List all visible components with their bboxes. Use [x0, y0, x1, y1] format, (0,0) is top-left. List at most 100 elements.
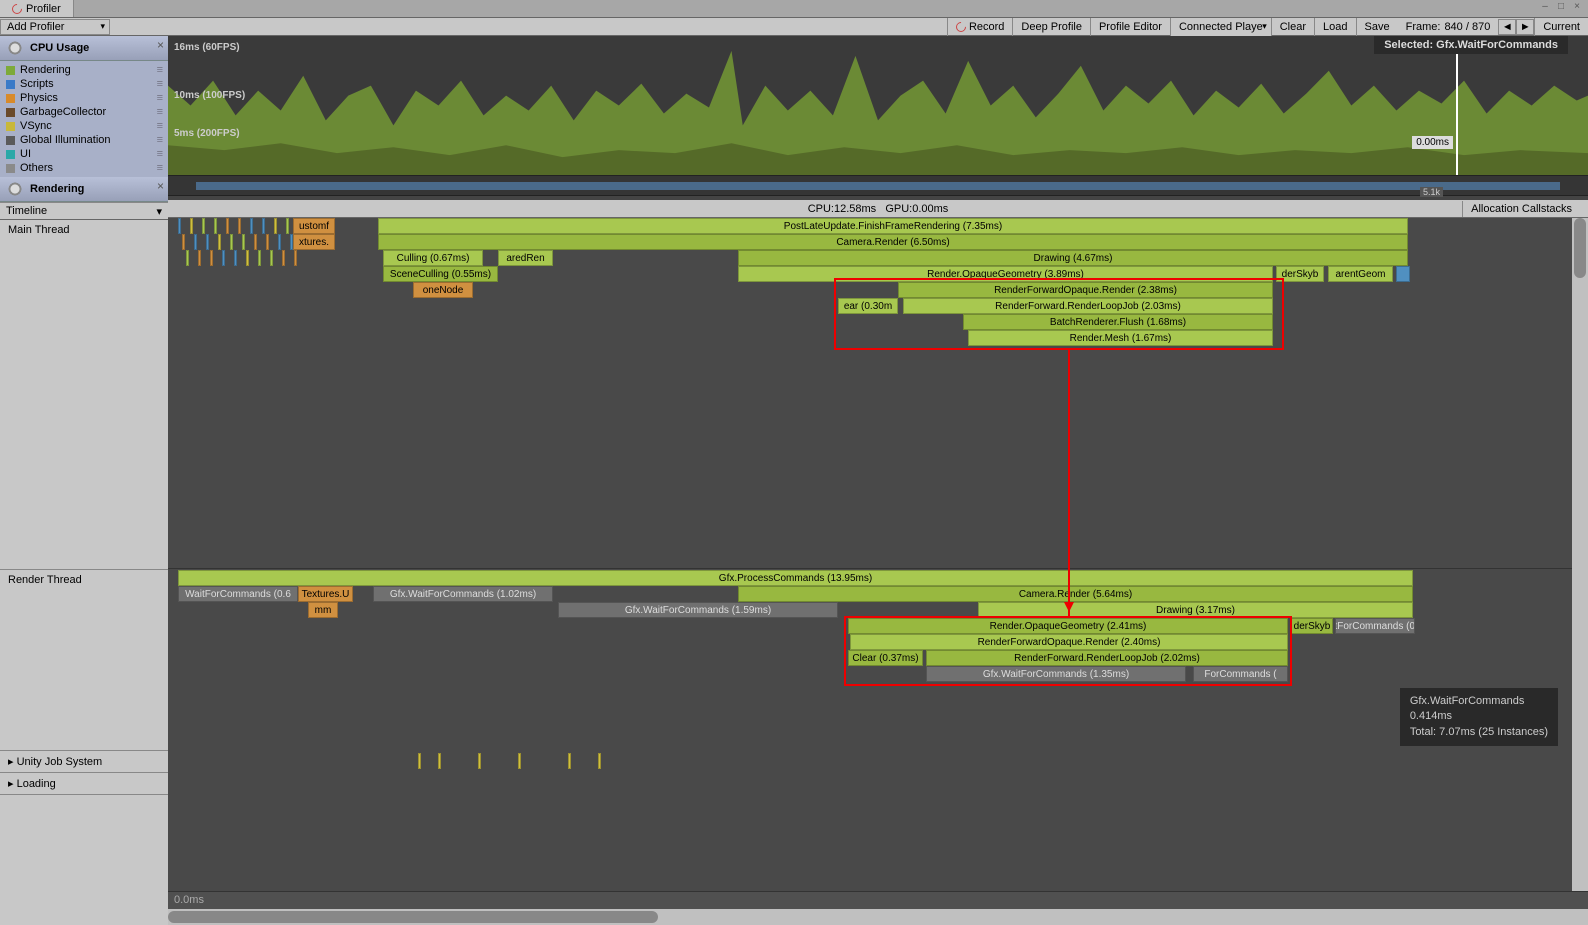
- timeline-bar[interactable]: Textures.U: [298, 586, 353, 602]
- timeline-bar[interactable]: SceneCulling (0.55ms): [383, 266, 498, 282]
- thread-loading-label[interactable]: ▸ Loading: [0, 773, 168, 795]
- timeline-bar[interactable]: [218, 234, 221, 250]
- timeline-bar[interactable]: [266, 234, 269, 250]
- category-item[interactable]: Global Illumination≡: [0, 133, 168, 147]
- frame-prev-button[interactable]: ◄: [1498, 19, 1516, 35]
- add-profiler-dropdown[interactable]: Add Profiler: [0, 19, 110, 35]
- clear-button[interactable]: Clear: [1271, 18, 1314, 36]
- timeline-bar[interactable]: BatchRenderer.Flush (1.68ms): [963, 314, 1273, 330]
- timeline-bar[interactable]: PostLateUpdate.FinishFrameRendering (7.3…: [378, 218, 1408, 234]
- timeline-bar[interactable]: [246, 250, 249, 266]
- view-mode-dropdown[interactable]: Timeline: [0, 202, 168, 220]
- timeline-bar[interactable]: Render.OpaqueGeometry (3.89ms): [738, 266, 1273, 282]
- maximize-icon[interactable]: □: [1554, 1, 1568, 13]
- timeline-bar[interactable]: [202, 218, 205, 234]
- drag-handle-icon[interactable]: ≡: [157, 106, 162, 118]
- category-item[interactable]: VSync≡: [0, 119, 168, 133]
- category-item[interactable]: UI≡: [0, 147, 168, 161]
- frame-next-button[interactable]: ►: [1516, 19, 1534, 35]
- timeline-bar[interactable]: [294, 250, 297, 266]
- rendering-header[interactable]: Rendering: [0, 177, 168, 202]
- timeline-bar[interactable]: Camera.Render (5.64ms): [738, 586, 1413, 602]
- record-button[interactable]: Record: [947, 18, 1012, 36]
- category-item[interactable]: GarbageCollector≡: [0, 105, 168, 119]
- timeline-bar[interactable]: [262, 218, 265, 234]
- timeline-bar[interactable]: mm: [308, 602, 338, 618]
- timeline-bar[interactable]: [270, 250, 273, 266]
- current-button[interactable]: Current: [1534, 18, 1588, 36]
- timeline-bar[interactable]: Gfx.ProcessCommands (13.95ms): [178, 570, 1413, 586]
- drag-handle-icon[interactable]: ≡: [157, 134, 162, 146]
- timeline-bar[interactable]: [242, 234, 245, 250]
- timeline-bar[interactable]: Gfx.WaitForCommands (1.02ms): [373, 586, 553, 602]
- thread-render-label[interactable]: Render Thread: [0, 570, 168, 751]
- timeline-bar[interactable]: Render.Mesh (1.67ms): [968, 330, 1273, 346]
- timeline-bar[interactable]: [250, 218, 253, 234]
- timeline-bar[interactable]: xtures.: [293, 234, 335, 250]
- timeline-bar[interactable]: [206, 234, 209, 250]
- drag-handle-icon[interactable]: ≡: [157, 148, 162, 160]
- timeline-bar[interactable]: ear (0.30m: [838, 298, 898, 314]
- save-button[interactable]: Save: [1356, 18, 1398, 36]
- timeline-bar[interactable]: Culling (0.67ms): [383, 250, 483, 266]
- vscroll-thumb[interactable]: [1574, 218, 1586, 278]
- timeline-bar[interactable]: Render.OpaqueGeometry (2.41ms): [848, 618, 1288, 634]
- timeline-bar[interactable]: derSkyb: [1291, 618, 1333, 634]
- timeline-bar[interactable]: [282, 250, 285, 266]
- load-button[interactable]: Load: [1314, 18, 1355, 36]
- timeline[interactable]: ustomfxtures. PostLateUpdate.FinishFrameR…: [168, 218, 1588, 891]
- drag-handle-icon[interactable]: ≡: [157, 64, 162, 76]
- timeline-bar[interactable]: [178, 218, 181, 234]
- hscroll-thumb[interactable]: [168, 911, 658, 923]
- timeline-bar[interactable]: [190, 218, 193, 234]
- timeline-bar[interactable]: [194, 234, 197, 250]
- profile-editor-button[interactable]: Profile Editor: [1090, 18, 1170, 36]
- timeline-bar[interactable]: [286, 218, 289, 234]
- panel-close-icon[interactable]: ×: [157, 179, 164, 193]
- drag-handle-icon[interactable]: ≡: [157, 78, 162, 90]
- timeline-bar[interactable]: [186, 250, 189, 266]
- timeline-bar[interactable]: Gfx.WaitForCommands (1.59ms): [558, 602, 838, 618]
- connected-player-dropdown[interactable]: Connected Playe: [1170, 18, 1271, 36]
- timeline-bar[interactable]: Camera.Render (6.50ms): [378, 234, 1408, 250]
- graph-overview-scroll[interactable]: 5.1k: [168, 176, 1588, 196]
- timeline-bar[interactable]: [222, 250, 225, 266]
- timeline-bar[interactable]: [210, 250, 213, 266]
- graph-frame-marker[interactable]: [1456, 36, 1458, 175]
- timeline-bar[interactable]: arentGeom: [1328, 266, 1393, 282]
- timeline-bar[interactable]: [290, 234, 293, 250]
- cpu-graph[interactable]: Selected: Gfx.WaitForCommands 16ms (60FP…: [168, 36, 1588, 176]
- category-item[interactable]: Physics≡: [0, 91, 168, 105]
- timeline-bar[interactable]: RenderForward.RenderLoopJob (2.02ms): [926, 650, 1288, 666]
- timeline-bar[interactable]: [234, 250, 237, 266]
- timeline-bar[interactable]: [214, 218, 217, 234]
- timeline-bar[interactable]: ForCommands (: [1193, 666, 1288, 682]
- timeline-bar[interactable]: [182, 234, 185, 250]
- timeline-bar[interactable]: [274, 218, 277, 234]
- timeline-bar[interactable]: [198, 250, 201, 266]
- timeline-bar[interactable]: [278, 234, 281, 250]
- timeline-bar[interactable]: derSkyb: [1276, 266, 1324, 282]
- timeline-bar[interactable]: Drawing (3.17ms): [978, 602, 1413, 618]
- timeline-bar[interactable]: aredRen: [498, 250, 553, 266]
- cpu-usage-header[interactable]: CPU Usage: [0, 36, 168, 61]
- timeline-bar[interactable]: oneNode: [413, 282, 473, 298]
- category-item[interactable]: Scripts≡: [0, 77, 168, 91]
- timeline-bar[interactable]: RenderForward.RenderLoopJob (2.03ms): [903, 298, 1273, 314]
- timeline-bar[interactable]: [230, 234, 233, 250]
- timeline-bar[interactable]: Drawing (4.67ms): [738, 250, 1408, 266]
- tab-profiler[interactable]: Profiler: [0, 0, 74, 17]
- deep-profile-button[interactable]: Deep Profile: [1012, 18, 1090, 36]
- thread-jobs-label[interactable]: ▸ Unity Job System: [0, 751, 168, 773]
- timeline-bar[interactable]: [258, 250, 261, 266]
- minimize-icon[interactable]: –: [1538, 1, 1552, 13]
- timeline-vscroll[interactable]: [1572, 218, 1588, 891]
- timeline-bar[interactable]: [226, 218, 229, 234]
- timeline-bar[interactable]: [254, 234, 257, 250]
- timeline-bar[interactable]: Gfx.WaitForCommands (1.35ms): [926, 666, 1186, 682]
- timeline-bar[interactable]: WaitForCommands (0.6: [178, 586, 298, 602]
- timeline-bar[interactable]: ustomf: [293, 218, 335, 234]
- timeline-bar[interactable]: RenderForwardOpaque.Render (2.38ms): [898, 282, 1273, 298]
- drag-handle-icon[interactable]: ≡: [157, 162, 162, 174]
- overview-range[interactable]: [196, 182, 1559, 190]
